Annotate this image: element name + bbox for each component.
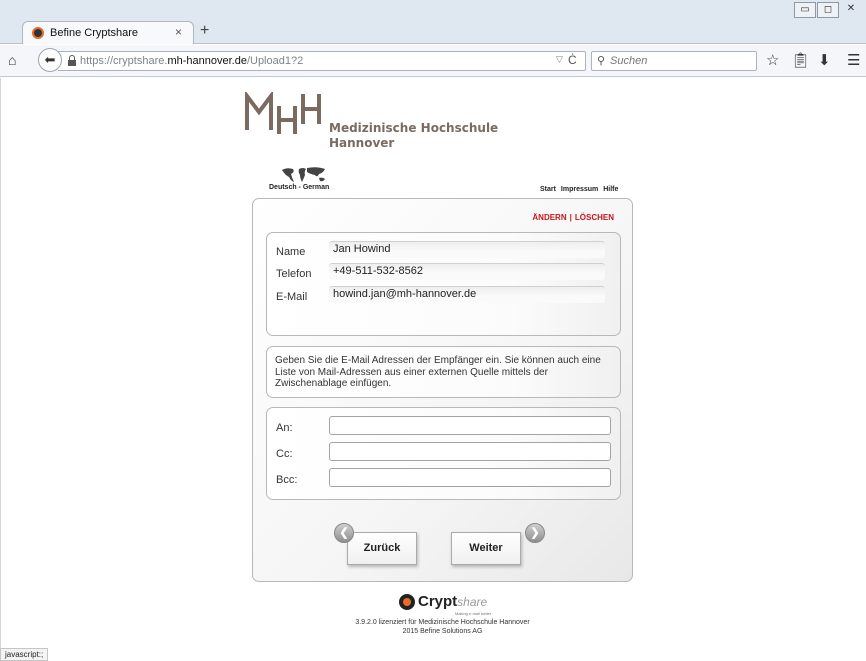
to-input[interactable]	[329, 416, 611, 435]
help-link[interactable]: Hilfe	[603, 186, 618, 193]
instructions-text: Geben Sie die E-Mail Adressen der Empfän…	[275, 355, 601, 389]
email-label: E-Mail	[276, 291, 308, 303]
reading-list-icon[interactable]: 📋︎	[791, 51, 810, 69]
url-text: https://cryptshare.mh-hannover.de/Upload…	[80, 55, 304, 67]
phone-value: +49-511-532-8562	[329, 263, 605, 280]
next-button[interactable]: Weiter	[451, 532, 521, 565]
bookmark-star-icon[interactable]: ☆	[766, 51, 779, 69]
back-button[interactable]: Zurück	[347, 532, 417, 565]
url-dropdown-icon[interactable]: ▽	[556, 54, 563, 65]
window-maximize-button[interactable]: ◻	[817, 2, 839, 18]
bcc-input[interactable]	[329, 468, 611, 487]
browser-search-box[interactable]: ⚲	[591, 51, 757, 71]
window-minimize-button[interactable]: ▭	[794, 2, 816, 18]
cryptshare-favicon-icon	[32, 27, 44, 39]
cc-input[interactable]	[329, 442, 611, 461]
name-label: Name	[276, 246, 306, 258]
tab-close-icon[interactable]: ×	[175, 25, 182, 39]
upload-panel: ÄNDERN | LÖSCHEN Name Jan Howind Telefon +…	[252, 198, 633, 582]
back-arrow-icon[interactable]: ⬅	[38, 48, 62, 72]
instructions-box: Geben Sie die E-Mail Adressen der Empfän…	[266, 346, 621, 398]
cryptshare-tagline: Making e-mail better	[455, 611, 492, 616]
arrow-right-icon[interactable]: ❯	[525, 523, 545, 543]
lock-icon	[68, 55, 76, 66]
browser-tab-bar: Befine Cryptshare × + ▭ ◻ ✕	[0, 0, 866, 44]
window-close-button[interactable]: ✕	[840, 2, 862, 18]
recipients-box: An: Cc: Bcc:	[266, 407, 621, 500]
menu-icon[interactable]: ☰	[847, 51, 860, 69]
link-separator: |	[569, 213, 572, 222]
phone-label: Telefon	[276, 268, 312, 280]
to-label: An:	[276, 422, 293, 434]
new-tab-button[interactable]: +	[200, 22, 209, 40]
search-icon: ⚲	[597, 55, 606, 67]
copyright-text: 2015 Befine Solutions AG	[402, 628, 483, 635]
world-map-icon	[282, 167, 325, 182]
edit-links: ÄNDERN | LÖSCHEN	[532, 213, 614, 222]
url-bar[interactable]: https://cryptshare.mh-hannover.de/Upload…	[58, 51, 586, 71]
browser-tab[interactable]: Befine Cryptshare ×	[22, 21, 194, 44]
reload-icon[interactable]: C͗	[568, 53, 577, 67]
tab-title: Befine Cryptshare	[50, 27, 139, 39]
institution-name: Medizinische Hochschule Hannover	[329, 121, 499, 150]
page-content: Medizinische Hochschule Hannover Deutsch…	[0, 78, 866, 661]
name-value: Jan Howind	[329, 241, 605, 258]
edit-link[interactable]: ÄNDERN	[532, 213, 566, 222]
cryptshare-logo-icon	[399, 594, 415, 610]
sender-details-box: Name Jan Howind Telefon +49-511-532-8562…	[266, 232, 621, 336]
start-link[interactable]: Start	[540, 186, 556, 193]
home-icon[interactable]: ⌂	[8, 52, 16, 68]
delete-link[interactable]: LÖSCHEN	[575, 213, 614, 222]
mhh-logo-icon	[245, 92, 321, 134]
top-navigation-links: Start Impressum Hilfe	[537, 186, 618, 193]
cc-label: Cc:	[276, 448, 293, 460]
download-icon[interactable]: ⬇	[818, 51, 831, 69]
bcc-label: Bcc:	[276, 474, 298, 486]
language-switch-link[interactable]: Deutsch - German	[269, 184, 329, 191]
impressum-link[interactable]: Impressum	[561, 186, 598, 193]
status-bar: javascript:;	[0, 648, 49, 661]
arrow-left-icon[interactable]: ❮	[334, 523, 354, 543]
browser-search-input[interactable]	[610, 53, 750, 69]
email-value: howind.jan@mh-hannover.de	[329, 286, 605, 303]
license-text: 3.9.2.0 lizenziert für Medizinische Hoch…	[355, 619, 530, 626]
browser-nav-bar: ⌂ https://cryptshare.mh-hannover.de/Uplo…	[0, 45, 866, 77]
cryptshare-wordmark: Cryptshare	[418, 593, 488, 610]
